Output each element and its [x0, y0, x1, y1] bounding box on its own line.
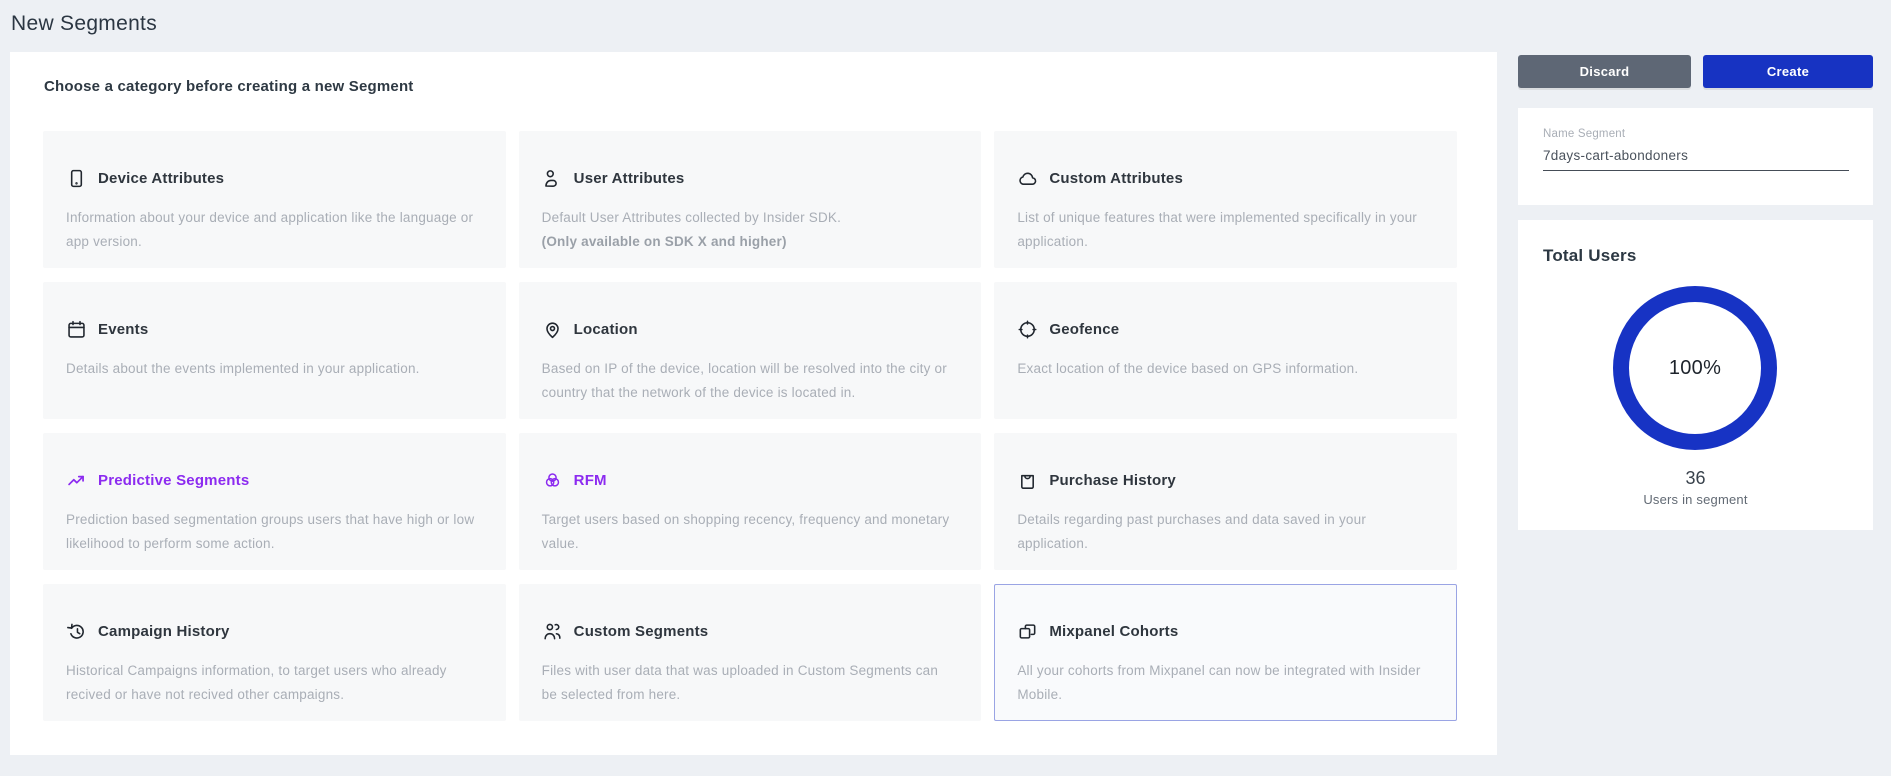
category-card-predictive-segments[interactable]: Predictive Segments Prediction based seg… [43, 433, 506, 570]
category-description: Details about the events implemented in … [66, 357, 479, 381]
category-panel: Choose a category before creating a new … [10, 52, 1497, 755]
category-description: List of unique features that were implem… [1017, 206, 1430, 254]
users-count: 36 [1518, 468, 1873, 489]
category-title: Custom Attributes [1049, 170, 1183, 187]
total-users-heading: Total Users [1543, 246, 1637, 266]
name-segment-label: Name Segment [1543, 128, 1625, 140]
name-segment-card: Name Segment [1518, 108, 1873, 205]
location-pin-icon [542, 319, 563, 340]
category-card-geofence[interactable]: Geofence Exact location of the device ba… [994, 282, 1457, 419]
discard-button[interactable]: Discard [1518, 55, 1691, 88]
category-description: Exact location of the device based on GP… [1017, 357, 1430, 381]
create-button[interactable]: Create [1703, 55, 1873, 88]
donut-percentage-label: 100% [1605, 278, 1785, 458]
shopping-bag-icon [1017, 470, 1038, 491]
category-description: Details regarding past purchases and dat… [1017, 508, 1430, 556]
category-description: Prediction based segmentation groups use… [66, 508, 479, 556]
cloud-icon [1017, 168, 1038, 189]
category-card-device-attributes[interactable]: Device Attributes Information about your… [43, 131, 506, 268]
users-icon [542, 621, 563, 642]
category-description: All your cohorts from Mixpanel can now b… [1017, 659, 1430, 707]
device-icon [66, 168, 87, 189]
venn-diagram-icon [542, 470, 563, 491]
page-title: New Segments [11, 12, 157, 36]
geofence-crosshair-icon [1017, 319, 1038, 340]
category-title: Purchase History [1049, 472, 1176, 489]
category-title: Campaign History [98, 623, 230, 640]
category-title: Predictive Segments [98, 472, 249, 489]
category-card-custom-segments[interactable]: Custom Segments Files with user data tha… [519, 584, 982, 721]
users-count-caption: Users in segment [1518, 492, 1873, 507]
category-card-campaign-history[interactable]: Campaign History Historical Campaigns in… [43, 584, 506, 721]
category-description: Information about your device and applic… [66, 206, 479, 254]
category-title: User Attributes [574, 170, 685, 187]
category-description: Based on IP of the device, location will… [542, 357, 955, 405]
calendar-icon [66, 319, 87, 340]
total-users-donut-chart: 100% [1605, 278, 1785, 458]
history-clock-icon [66, 621, 87, 642]
category-grid: Device Attributes Information about your… [43, 131, 1457, 721]
category-title: Custom Segments [574, 623, 709, 640]
category-card-mixpanel-cohorts[interactable]: Mixpanel Cohorts All your cohorts from M… [994, 584, 1457, 721]
category-description: Files with user data that was uploaded i… [542, 659, 955, 707]
category-description: Default User Attributes collected by Ins… [542, 206, 955, 254]
category-card-custom-attributes[interactable]: Custom Attributes List of unique feature… [994, 131, 1457, 268]
category-title: Device Attributes [98, 170, 224, 187]
name-segment-input[interactable] [1543, 148, 1849, 171]
category-card-purchase-history[interactable]: Purchase History Details regarding past … [994, 433, 1457, 570]
category-card-location[interactable]: Location Based on IP of the device, loca… [519, 282, 982, 419]
category-description: Target users based on shopping recency, … [542, 508, 955, 556]
trending-up-icon [66, 470, 87, 491]
category-title: Geofence [1049, 321, 1119, 338]
category-title: RFM [574, 472, 607, 489]
panel-heading: Choose a category before creating a new … [44, 78, 414, 95]
category-card-events[interactable]: Events Details about the events implemen… [43, 282, 506, 419]
linked-squares-icon [1017, 621, 1038, 642]
total-users-card: Total Users 100% 36 Users in segment [1518, 220, 1873, 530]
category-title: Mixpanel Cohorts [1049, 623, 1178, 640]
category-title: Location [574, 321, 638, 338]
category-card-user-attributes[interactable]: User Attributes Default User Attributes … [519, 131, 982, 268]
user-icon [542, 168, 563, 189]
category-title: Events [98, 321, 148, 338]
category-description: Historical Campaigns information, to tar… [66, 659, 479, 707]
category-card-rfm[interactable]: RFM Target users based on shopping recen… [519, 433, 982, 570]
